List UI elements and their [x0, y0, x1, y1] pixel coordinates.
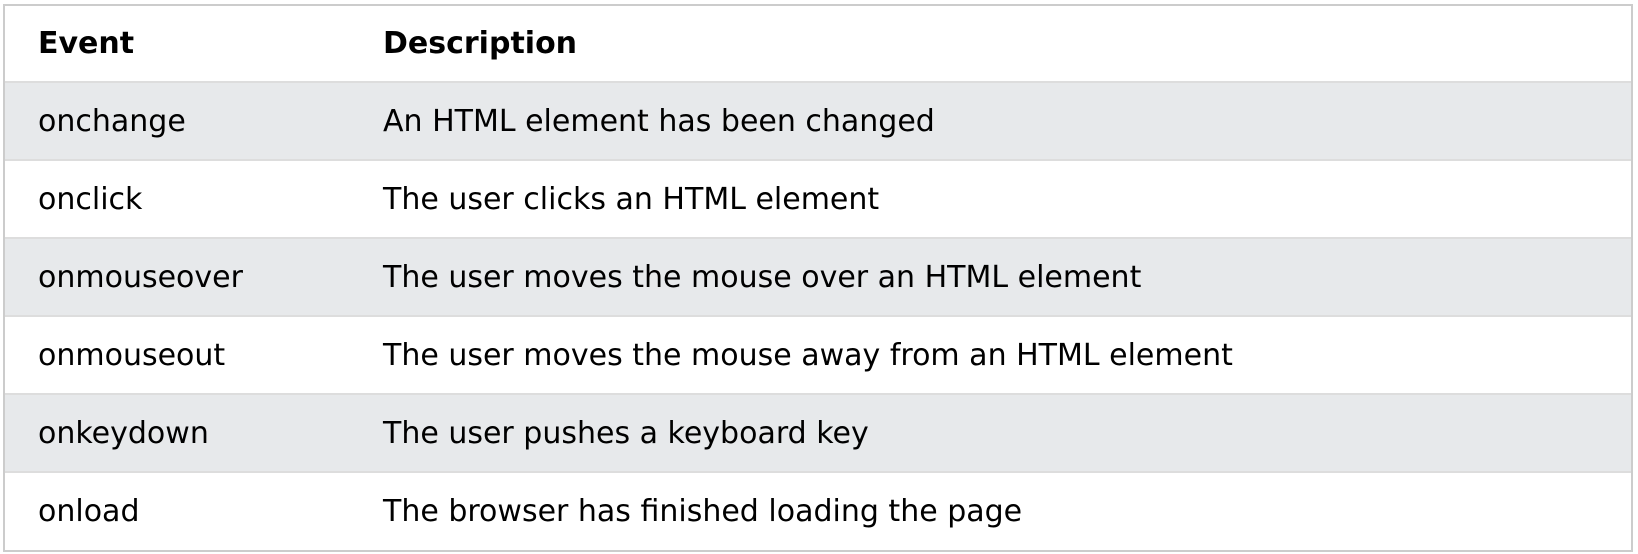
event-cell: onkeydown	[38, 415, 209, 451]
event-cell: onclick	[38, 181, 143, 217]
table-row: onmouseout The user moves the mouse away…	[5, 316, 1631, 394]
event-cell: onmouseover	[38, 259, 243, 295]
events-table-container: Event Description onchange An HTML eleme…	[3, 4, 1633, 552]
table-header: Event Description	[5, 6, 1631, 82]
table-row: onchange An HTML element has been change…	[5, 82, 1631, 160]
events-table: Event Description onchange An HTML eleme…	[5, 6, 1631, 550]
table-body: onchange An HTML element has been change…	[5, 82, 1631, 550]
event-cell: onchange	[38, 103, 186, 139]
table-row: onmouseover The user moves the mouse ove…	[5, 238, 1631, 316]
description-cell: The browser has finished loading the pag…	[383, 494, 1023, 529]
table-row: onload The browser has finished loading …	[5, 472, 1631, 550]
description-cell: The user moves the mouse away from an HT…	[383, 337, 1233, 373]
description-cell: An HTML element has been changed	[383, 103, 935, 139]
event-cell: onload	[38, 494, 140, 529]
event-cell: onmouseout	[38, 337, 226, 373]
description-cell: The user moves the mouse over an HTML el…	[383, 259, 1142, 295]
table-row: onclick The user clicks an HTML element	[5, 160, 1631, 238]
description-cell: The user clicks an HTML element	[383, 181, 880, 217]
table-row: onkeydown The user pushes a keyboard key	[5, 394, 1631, 472]
header-row: Event Description	[5, 6, 1631, 82]
column-header-event: Event	[38, 26, 135, 61]
description-cell: The user pushes a keyboard key	[383, 415, 869, 451]
column-header-description: Description	[383, 26, 578, 61]
